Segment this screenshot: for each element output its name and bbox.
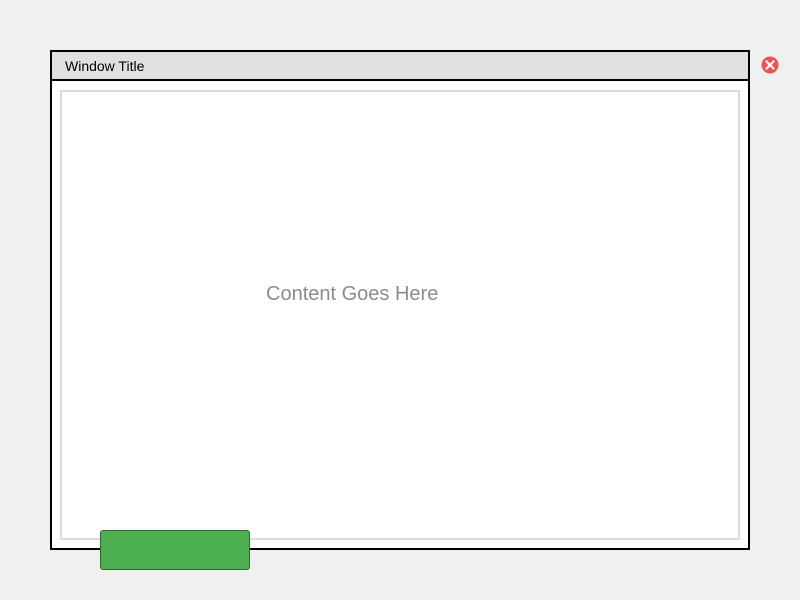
content-panel: Content Goes Here — [60, 90, 740, 540]
close-icon[interactable] — [761, 56, 779, 74]
window-title: Window Title — [65, 58, 145, 74]
action-button[interactable] — [100, 530, 250, 570]
app-window: Window Title Content Goes Here — [50, 50, 750, 550]
content-placeholder: Content Goes Here — [266, 283, 439, 305]
window-titlebar[interactable]: Window Title — [52, 52, 748, 81]
